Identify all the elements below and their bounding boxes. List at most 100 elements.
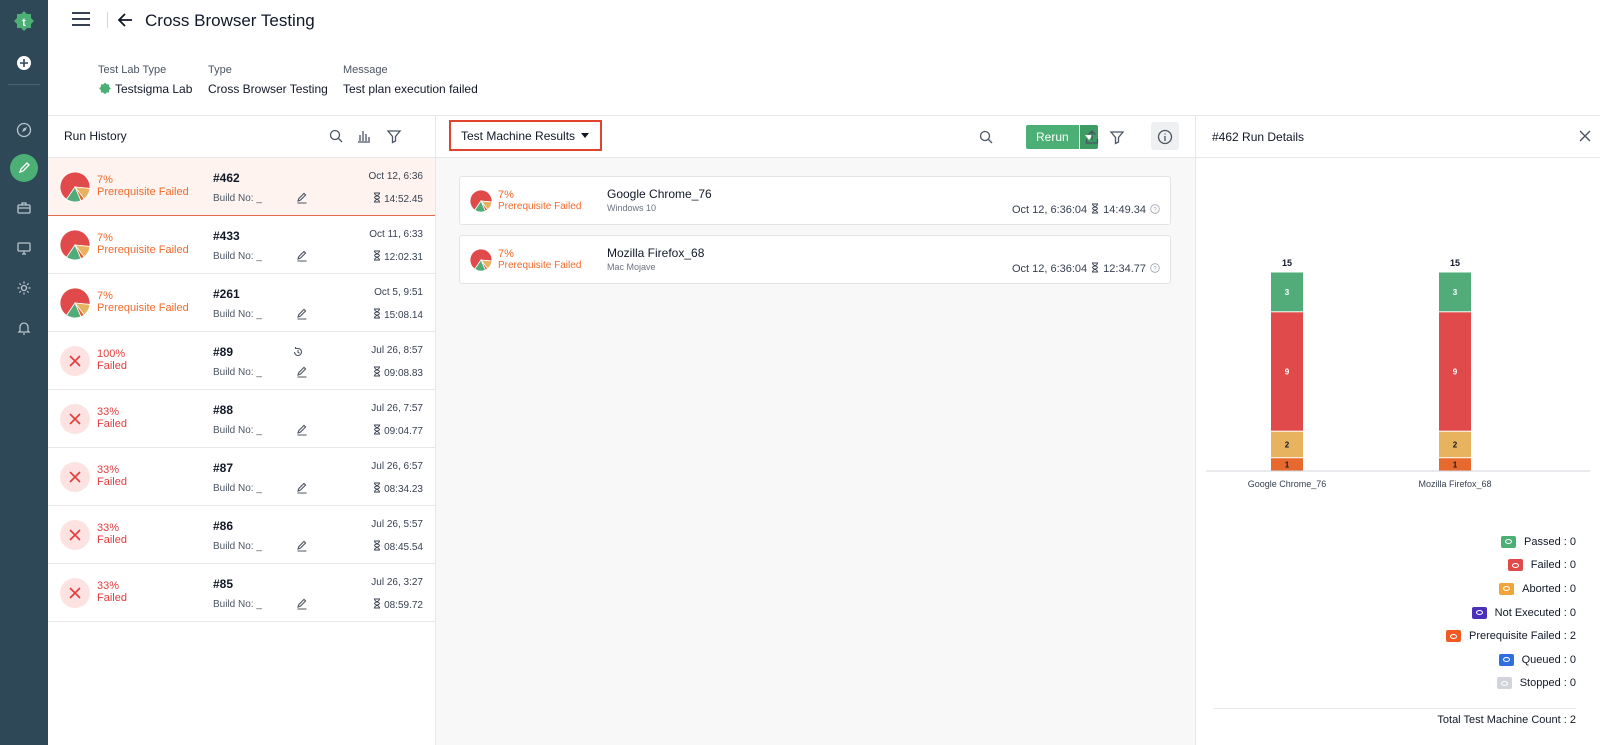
legend-item[interactable]: Passed : 0 — [1446, 530, 1576, 554]
help-icon[interactable]: ? — [1150, 203, 1160, 217]
edit-icon[interactable] — [296, 597, 308, 610]
legend-item[interactable]: Not Executed : 0 — [1446, 601, 1576, 625]
edit-icon[interactable] — [296, 249, 308, 262]
close-icon[interactable] — [1578, 129, 1592, 143]
hourglass-icon — [1091, 203, 1099, 217]
machine-duration: 14:49.34 — [1103, 204, 1146, 216]
edit-icon[interactable] — [296, 423, 308, 436]
run-id: #87 — [213, 461, 234, 475]
machine-result-status: Prerequisite Failed — [498, 260, 582, 271]
run-history-row[interactable]: 7% Prerequisite Failed #433 Build No: _ … — [48, 216, 435, 274]
run-history-row[interactable]: 100% Failed #89 Build No: _ Jul 26, 8:57… — [48, 332, 435, 390]
bar-chart-icon[interactable] — [356, 128, 372, 144]
dashboard-icon[interactable] — [12, 118, 36, 142]
result-pie-icon — [59, 287, 91, 319]
run-details-header: #462 Run Details — [1196, 116, 1600, 158]
result-pie-icon — [59, 229, 91, 261]
machine-name: Mozilla Firefox_68 — [607, 246, 705, 260]
filter-icon[interactable] — [1109, 129, 1125, 145]
machine-date: Oct 12, 6:36:04 — [1011, 204, 1088, 216]
run-details-panel: #462 Run Details 1 2 9 3 15 Google Chrome_76 1… — [1196, 116, 1600, 745]
hourglass-icon — [373, 482, 381, 496]
machine-date: Oct 12, 6:36:04 — [1011, 263, 1088, 275]
failed-x-icon — [60, 462, 90, 492]
build-number: Build No: _ — [213, 309, 262, 320]
run-id: #88 — [213, 403, 234, 417]
hourglass-icon — [373, 192, 381, 206]
run-result-status: Failed — [97, 534, 127, 546]
x-tick-label: Mozilla Firefox_68 — [1418, 479, 1491, 489]
menu-icon[interactable] — [72, 12, 90, 26]
results-view-dropdown[interactable]: Test Machine Results — [449, 120, 602, 151]
result-pie-icon — [59, 171, 91, 203]
result-pie-icon — [469, 189, 493, 213]
testsigma-logo-icon[interactable]: t — [12, 10, 36, 34]
testsigma-lab-icon — [99, 82, 111, 95]
bar-segment-label: 9 — [1285, 368, 1290, 377]
run-id: #433 — [213, 229, 240, 243]
run-history-row[interactable]: 33% Failed #86 Build No: _ Jul 26, 5:57 … — [48, 506, 435, 564]
legend-divider — [1214, 708, 1576, 709]
back-arrow-icon[interactable] — [116, 10, 134, 30]
failed-x-icon — [60, 404, 90, 434]
meta-test-lab-type: Test Lab Type Testsigma Lab — [98, 64, 192, 96]
run-history-row[interactable]: 33% Failed #85 Build No: _ Jul 26, 3:27 … — [48, 564, 435, 622]
history-icon[interactable] — [292, 345, 304, 357]
eye-icon — [1507, 559, 1523, 572]
run-history-row[interactable]: 33% Failed #87 Build No: _ Jul 26, 6:57 … — [48, 448, 435, 506]
meta-value: Testsigma Lab — [115, 82, 193, 96]
run-history-panel: Run History 7% Prerequisite Failed #462 … — [48, 116, 436, 745]
meta-value: Test plan execution failed — [343, 82, 478, 96]
machine-result-percent: 7% — [498, 189, 514, 201]
run-id: #89 — [213, 345, 234, 359]
hourglass-icon — [373, 598, 381, 612]
filter-icon[interactable] — [386, 128, 402, 144]
bar-segment-label: 2 — [1285, 440, 1290, 449]
search-icon[interactable] — [328, 128, 344, 144]
run-result-percent: 33% — [97, 464, 120, 476]
run-history-title: Run History — [64, 129, 127, 143]
rerun-button[interactable]: Rerun — [1026, 125, 1079, 149]
legend-item[interactable]: Aborted : 0 — [1446, 577, 1576, 601]
machine-result-card[interactable]: 7% Prerequisite Failed Mozilla Firefox_6… — [459, 235, 1171, 284]
monitor-icon[interactable] — [12, 236, 36, 260]
add-icon[interactable] — [12, 51, 36, 75]
edit-icon[interactable] — [296, 191, 308, 204]
edit-icon[interactable] — [296, 365, 308, 378]
run-history-row[interactable]: 7% Prerequisite Failed #261 Build No: _ … — [48, 274, 435, 332]
run-history-row[interactable]: 7% Prerequisite Failed #462 Build No: _ … — [48, 158, 435, 216]
legend-item[interactable]: Queued : 0 — [1446, 648, 1576, 672]
machine-name: Google Chrome_76 — [607, 187, 712, 201]
top-bar: Cross Browser Testing Test Lab Type Test… — [48, 0, 1600, 116]
legend-label: Prerequisite Failed : 2 — [1469, 630, 1576, 643]
meta-value: Cross Browser Testing — [208, 82, 328, 96]
legend-item[interactable]: Prerequisite Failed : 2 — [1446, 624, 1576, 648]
export-icon[interactable] — [1084, 129, 1100, 145]
run-duration: 09:08.83 — [384, 367, 423, 379]
run-date: Jul 26, 5:57 — [371, 519, 423, 530]
build-number: Build No: _ — [213, 251, 262, 262]
test-development-icon[interactable] — [10, 154, 38, 182]
hourglass-icon — [1091, 262, 1099, 276]
bar-segment-label: 3 — [1285, 288, 1290, 297]
svg-text:?: ? — [1153, 266, 1157, 272]
failed-x-icon — [60, 346, 90, 376]
legend-item[interactable]: Failed : 0 — [1446, 554, 1576, 578]
legend-label: Aborted : 0 — [1522, 582, 1576, 595]
briefcase-icon[interactable] — [12, 196, 36, 220]
edit-icon[interactable] — [296, 307, 308, 320]
machine-os: Windows 10 — [607, 203, 657, 213]
legend-item[interactable]: Stopped : 0 — [1446, 672, 1576, 696]
bell-icon[interactable] — [12, 316, 36, 340]
machine-result-card[interactable]: 7% Prerequisite Failed Google Chrome_76 … — [459, 176, 1171, 225]
failed-x-icon — [60, 520, 90, 550]
run-date: Jul 26, 6:57 — [371, 461, 423, 472]
search-icon[interactable] — [978, 129, 994, 145]
hourglass-icon — [373, 308, 381, 322]
run-history-row[interactable]: 33% Failed #88 Build No: _ Jul 26, 7:57 … — [48, 390, 435, 448]
run-duration: 12:02.31 — [384, 251, 423, 263]
edit-icon[interactable] — [296, 481, 308, 494]
help-icon[interactable]: ? — [1150, 262, 1160, 276]
edit-icon[interactable] — [296, 539, 308, 552]
settings-icon[interactable] — [12, 276, 36, 300]
